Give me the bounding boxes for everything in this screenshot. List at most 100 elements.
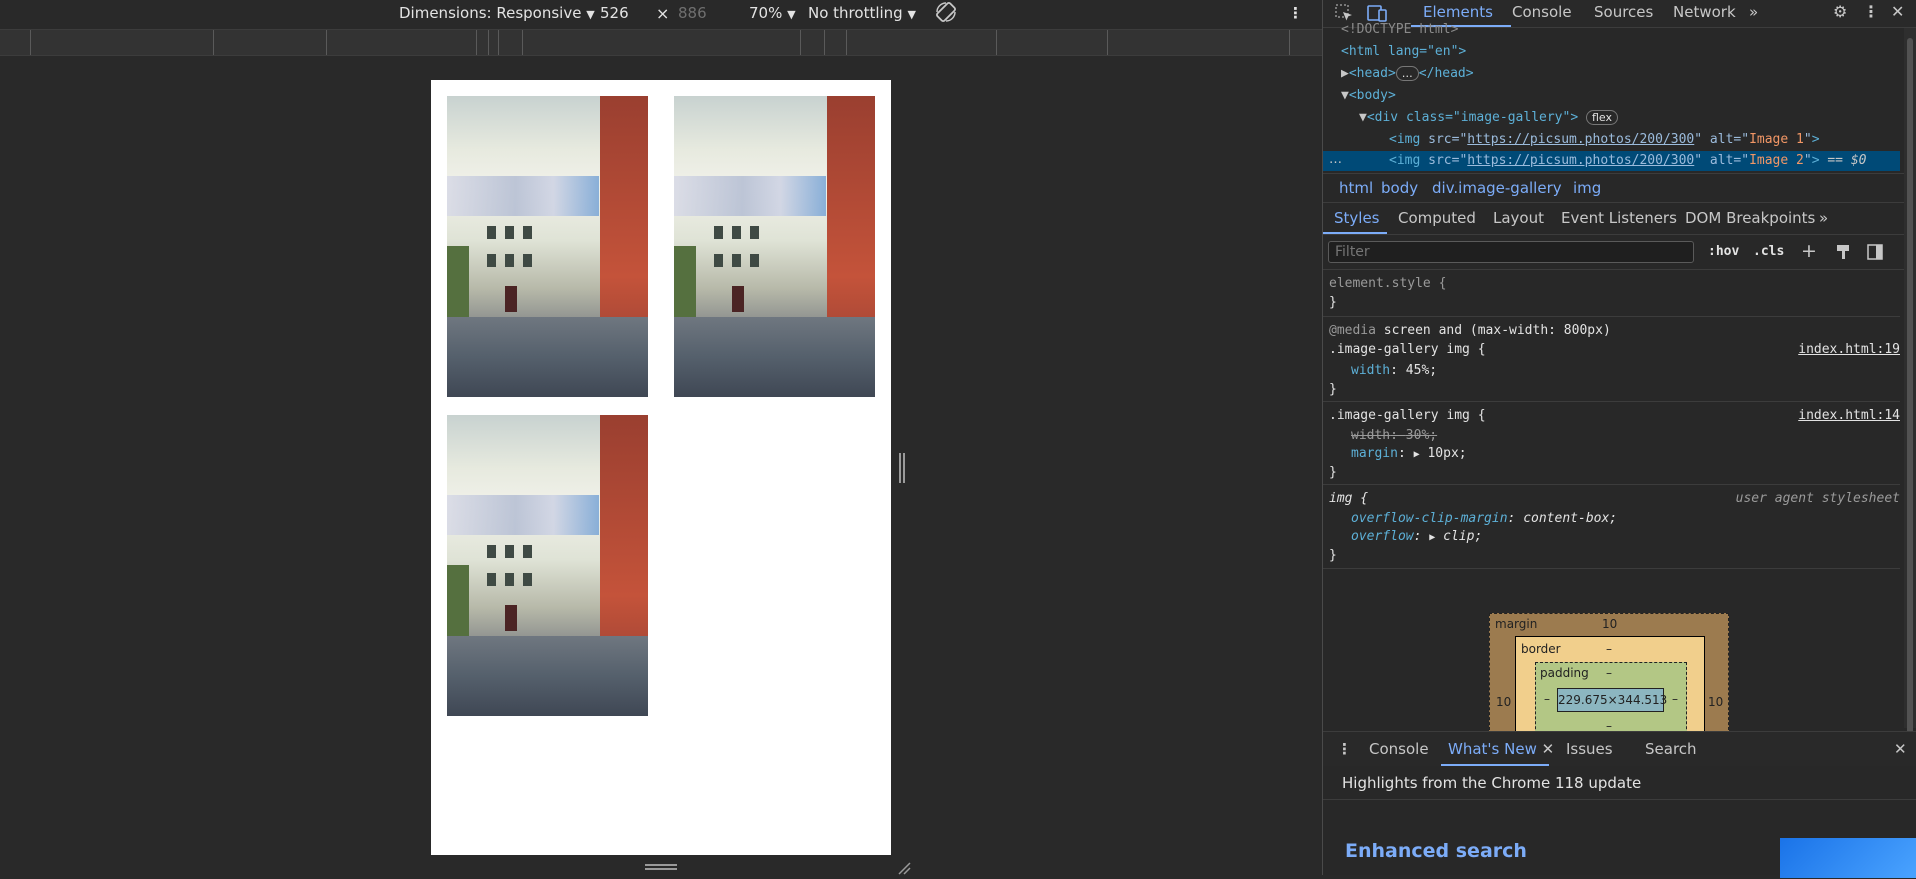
drawer-tab-search[interactable]: Search — [1645, 740, 1697, 758]
viewport-corner-resize-handle[interactable] — [897, 860, 911, 875]
ua-source-label: user agent stylesheet — [1735, 491, 1900, 506]
tab-network[interactable]: Network — [1673, 3, 1736, 21]
drawer-menu-icon[interactable]: ⋮ — [1337, 740, 1352, 758]
tab-elements[interactable]: Elements — [1423, 3, 1493, 21]
throttling-dropdown[interactable]: No throttling ▼ — [808, 4, 916, 22]
more-options-icon[interactable]: ⋮ — [1288, 4, 1303, 22]
margin-right-value[interactable]: 10 — [1708, 695, 1723, 709]
expand-arrow-icon[interactable]: ▶ — [1414, 449, 1420, 460]
tab-styles[interactable]: Styles — [1334, 209, 1380, 227]
node-actions-icon[interactable]: … — [1329, 152, 1342, 167]
ua-selector[interactable]: img { — [1329, 491, 1368, 506]
gallery-image-1 — [447, 96, 648, 397]
rule-close-brace: } — [1329, 548, 1337, 563]
drawer-tab-console[interactable]: Console — [1369, 740, 1429, 758]
hov-toggle[interactable]: :hov — [1708, 244, 1739, 259]
drawer-tab-whats-new[interactable]: What's New ✕ — [1448, 740, 1554, 758]
rule2-value1: 30%; — [1405, 428, 1438, 443]
breadcrumb-html[interactable]: html — [1339, 179, 1373, 197]
head-node[interactable]: ▶<head>… </head> — [1341, 66, 1474, 81]
styles-filter-input[interactable] — [1328, 241, 1694, 263]
margin-label: margin — [1495, 617, 1538, 631]
close-drawer-icon[interactable]: ✕ — [1894, 740, 1907, 758]
padding-value[interactable]: – — [1606, 666, 1612, 680]
body-node[interactable]: ▼<body> — [1341, 88, 1396, 103]
padding-left-value[interactable]: – — [1544, 692, 1550, 706]
viewport-width-resize-handle[interactable] — [899, 453, 905, 483]
selected-dom-row[interactable]: … <img src="https://picsum.photos/200/30… — [1323, 151, 1900, 171]
img2-src-link[interactable]: https://picsum.photos/200/300 — [1467, 153, 1694, 168]
breadcrumb-body[interactable]: body — [1381, 179, 1418, 197]
rule2-source-link[interactable]: index.html:14 — [1798, 408, 1900, 423]
ua-prop1: overflow-clip-margin — [1351, 511, 1508, 526]
drawer-tab-issues[interactable]: Issues — [1566, 740, 1613, 758]
active-subtab-underline — [1323, 232, 1387, 234]
whats-new-label: What's New — [1448, 740, 1537, 758]
customize-menu-icon[interactable]: ⋮ — [1863, 4, 1879, 20]
breadcrumb-img[interactable]: img — [1573, 179, 1601, 197]
img1-src-link[interactable]: https://picsum.photos/200/300 — [1467, 132, 1694, 147]
expand-arrow-icon[interactable]: ▶ — [1429, 532, 1435, 543]
padding-right-value[interactable]: – — [1672, 692, 1678, 706]
tab-layout[interactable]: Layout — [1493, 209, 1544, 227]
expand-arrow-icon[interactable]: ▶ — [1341, 66, 1349, 81]
settings-gear-icon[interactable]: ⚙ — [1833, 4, 1847, 20]
rule-close-brace: } — [1329, 382, 1337, 397]
tab-event-listeners[interactable]: Event Listeners — [1561, 209, 1677, 227]
tab-dom-breakpoints[interactable]: DOM Breakpoints — [1685, 209, 1815, 227]
close-tab-icon[interactable]: ✕ — [1542, 740, 1555, 758]
height-input[interactable]: 886 — [678, 4, 707, 22]
rule1-source-link[interactable]: index.html:19 — [1798, 342, 1900, 357]
collapse-arrow-icon[interactable]: ▼ — [1359, 110, 1367, 125]
ua-declaration-2: overflow: ▶ clip; — [1351, 529, 1483, 544]
enhanced-search-heading[interactable]: Enhanced search — [1345, 840, 1527, 862]
dimensions-dropdown[interactable]: Dimensions: Responsive ▼ — [399, 4, 595, 22]
rule1-declaration[interactable]: width: 45%; — [1351, 363, 1437, 378]
body-open-tag: <body> — [1348, 88, 1396, 103]
cls-toggle[interactable]: .cls — [1753, 244, 1784, 259]
img1-node[interactable]: <img src="https://picsum.photos/200/300"… — [1389, 132, 1820, 147]
styles-tabbar: Styles Computed Layout Event Listeners D… — [1323, 202, 1916, 235]
collapse-arrow-icon[interactable]: ▼ — [1341, 88, 1349, 103]
border-value[interactable]: – — [1606, 642, 1612, 656]
tab-sources[interactable]: Sources — [1594, 3, 1653, 21]
img2-node[interactable]: <img src="https://picsum.photos/200/300"… — [1389, 153, 1866, 168]
rule2-selector[interactable]: .image-gallery img { — [1329, 408, 1486, 423]
paint-brush-icon[interactable] — [1835, 244, 1851, 263]
margin-top-value[interactable]: 10 — [1602, 617, 1617, 631]
element-style-selector[interactable]: element.style { — [1329, 276, 1446, 291]
box-model-diagram: margin 10 10 10 border – padding – – – –… — [1489, 613, 1729, 735]
rule2-declaration-overridden[interactable]: width: 30%; — [1351, 428, 1437, 443]
rule2-prop2: margin — [1351, 446, 1398, 461]
rotate-icon[interactable] — [934, 0, 958, 28]
div-node[interactable]: ▼<div class="image-gallery"> flex — [1359, 110, 1618, 125]
div-open-tag: <div class="image-gallery"> — [1366, 110, 1579, 125]
html-node[interactable]: <html lang="en"> — [1341, 44, 1466, 59]
caret-down-icon: ▼ — [787, 8, 796, 21]
rule2-declaration-margin[interactable]: margin: ▶ 10px; — [1351, 446, 1467, 461]
sidebar-toggle-icon[interactable] — [1867, 244, 1883, 263]
viewport-height-resize-handle[interactable] — [645, 864, 677, 870]
breadcrumb-div[interactable]: div.image-gallery — [1432, 179, 1562, 197]
breadcrumb: html body div.image-gallery img — [1323, 173, 1916, 203]
collapsed-badge[interactable]: … — [1395, 66, 1419, 81]
zoom-dropdown[interactable]: 70% ▼ — [749, 4, 796, 22]
rule1-selector[interactable]: .image-gallery img { — [1329, 342, 1486, 357]
close-devtools-icon[interactable]: ✕ — [1891, 4, 1904, 20]
new-rule-plus-icon[interactable]: + — [1801, 242, 1817, 261]
margin-left-value[interactable]: 10 — [1496, 695, 1511, 709]
flex-badge[interactable]: flex — [1585, 110, 1618, 125]
ua-value2: clip; — [1443, 529, 1483, 544]
device-emulation-area: Dimensions: Responsive ▼ 526 × 886 70% ▼… — [0, 0, 1322, 875]
width-input[interactable]: 526 — [600, 4, 629, 22]
more-tabs-icon[interactable]: » — [1749, 3, 1758, 21]
ua-value1: content-box; — [1523, 511, 1618, 526]
media-query-text[interactable]: screen and (max-width: 800px) — [1384, 323, 1611, 338]
box-model-content-size[interactable]: 229.675×344.513 — [1557, 688, 1667, 712]
tab-console[interactable]: Console — [1512, 3, 1572, 21]
tab-computed[interactable]: Computed — [1398, 209, 1476, 227]
img2-alt: Image 2 — [1749, 153, 1804, 168]
padding-label: padding — [1540, 666, 1589, 680]
styles-scrollbar[interactable] — [1904, 28, 1916, 738]
more-subtabs-icon[interactable]: » — [1819, 209, 1828, 227]
